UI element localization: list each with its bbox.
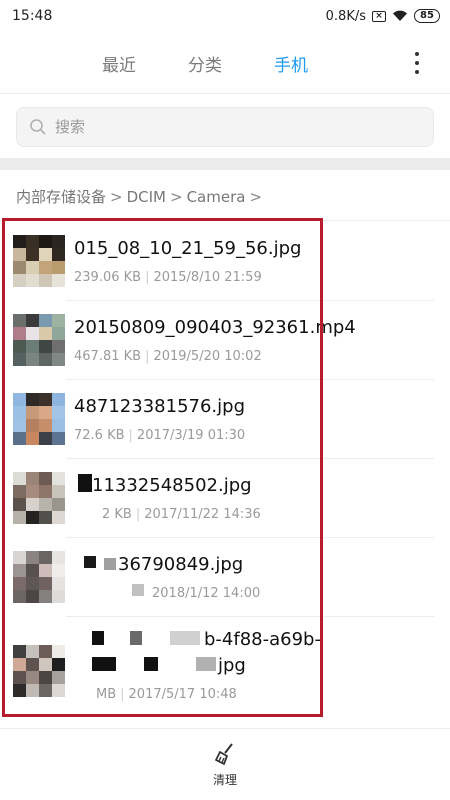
file-name: 015_08_10_21_59_56.jpg xyxy=(74,238,302,259)
file-meta: 2018/1/12 14:00 xyxy=(152,586,260,601)
file-size: 2 KB xyxy=(102,507,132,522)
file-size: MB xyxy=(96,687,117,702)
breadcrumb-internal-storage[interactable]: 内部存储设备 xyxy=(16,186,106,207)
file-list: 015_08_10_21_59_56.jpg 239.06 KB | 2015/… xyxy=(0,222,450,719)
file-meta: 72.6 KB | 2017/3/19 01:30 xyxy=(74,428,245,443)
search-bar[interactable] xyxy=(16,107,434,147)
no-sim-icon: × xyxy=(372,10,386,22)
breadcrumb-dcim[interactable]: DCIM xyxy=(127,188,166,206)
file-row[interactable]: 20150809_090403_92361.mp4 467.81 KB | 20… xyxy=(0,301,450,380)
file-thumbnail xyxy=(13,235,65,287)
broom-icon[interactable] xyxy=(212,741,238,767)
pixelation-mask xyxy=(104,558,116,570)
pixelation-mask xyxy=(144,657,158,671)
network-speed: 0.8K/s xyxy=(325,8,366,24)
meta-divider: | xyxy=(145,349,150,364)
breadcrumb: 内部存储设备 > DCIM > Camera > xyxy=(16,186,266,207)
file-date: 2017/3/19 01:30 xyxy=(136,428,246,443)
clean-label[interactable]: 清理 xyxy=(213,771,237,788)
chevron-right-icon: > xyxy=(249,187,263,206)
file-size: 467.81 KB xyxy=(74,349,142,364)
file-date: 2017/11/22 14:36 xyxy=(144,507,261,522)
breadcrumb-camera[interactable]: Camera xyxy=(187,188,246,206)
pixelation-mask xyxy=(84,556,96,568)
pixelation-mask xyxy=(92,657,116,671)
pixelation-mask xyxy=(130,631,142,645)
top-tab-bar: 最近 分类 手机 xyxy=(0,32,450,94)
file-size: 239.06 KB xyxy=(74,270,142,285)
status-time: 15:48 xyxy=(12,8,53,24)
file-date: 2018/1/12 14:00 xyxy=(152,586,261,601)
search-input[interactable] xyxy=(55,118,415,136)
breadcrumb-divider xyxy=(0,220,450,221)
meta-divider: | xyxy=(135,507,141,522)
file-date: 2015/8/10 21:59 xyxy=(153,270,262,285)
file-row[interactable]: 015_08_10_21_59_56.jpg 239.06 KB | 2015/… xyxy=(0,222,450,301)
file-thumbnail xyxy=(13,645,65,697)
file-thumbnail xyxy=(13,314,65,366)
meta-divider: | xyxy=(120,687,125,702)
battery-icon: 85 xyxy=(414,9,440,23)
pixelation-mask xyxy=(78,474,92,492)
status-indicators: 0.8K/s × 85 xyxy=(326,9,440,24)
file-date: 2017/5/17 10:48 xyxy=(128,687,237,702)
section-divider xyxy=(0,158,450,170)
file-row[interactable]: 487123381576.jpg 72.6 KB | 2017/3/19 01:… xyxy=(0,380,450,459)
meta-divider: | xyxy=(145,270,150,285)
file-thumbnail xyxy=(13,472,65,524)
file-meta: 2 KB | 2017/11/22 14:36 xyxy=(102,507,261,522)
pixelation-mask xyxy=(170,631,200,645)
chevron-right-icon: > xyxy=(169,187,183,206)
file-row[interactable]: 11332548502.jpg 2 KB | 2017/11/22 14:36 xyxy=(0,459,450,538)
pixelation-mask xyxy=(132,584,144,596)
pixelation-mask xyxy=(196,657,216,671)
search-icon xyxy=(30,119,46,135)
chevron-right-icon: > xyxy=(110,187,123,206)
file-thumbnail xyxy=(13,393,65,445)
file-meta: 467.81 KB | 2019/5/20 10:02 xyxy=(74,349,262,364)
file-thumbnail xyxy=(13,551,65,603)
file-size: 72.6 KB xyxy=(74,428,125,443)
wifi-icon xyxy=(392,10,408,22)
file-meta: MB | 2017/5/17 10:48 xyxy=(96,687,237,702)
status-bar: 15:48 0.8K/s × 85 xyxy=(0,0,450,32)
file-row[interactable]: b-4f88-a69b- jpg MB | 2017/5/17 10:48 xyxy=(0,617,450,719)
file-name: 487123381576.jpg xyxy=(74,396,245,417)
file-name: 36790849.jpg xyxy=(118,554,244,575)
file-date: 2019/5/20 10:02 xyxy=(153,349,262,364)
tab-phone[interactable]: 手机 xyxy=(274,51,308,76)
file-name-continued: jpg xyxy=(218,655,246,676)
more-options-icon[interactable] xyxy=(414,52,420,74)
file-name: 11332548502.jpg xyxy=(92,475,252,496)
file-meta: 239.06 KB | 2015/8/10 21:59 xyxy=(74,270,262,285)
file-name: b-4f88-a69b- xyxy=(204,629,321,650)
pixelation-mask xyxy=(92,631,104,645)
tab-categories[interactable]: 分类 xyxy=(188,51,222,76)
tab-recent[interactable]: 最近 xyxy=(102,51,136,76)
meta-divider: | xyxy=(128,428,133,443)
file-row[interactable]: 36790849.jpg 2018/1/12 14:00 xyxy=(0,538,450,617)
tab-group: 最近 分类 手机 xyxy=(0,32,410,94)
file-name: 20150809_090403_92361.mp4 xyxy=(74,317,356,338)
bottom-toolbar: 清理 xyxy=(0,728,450,800)
